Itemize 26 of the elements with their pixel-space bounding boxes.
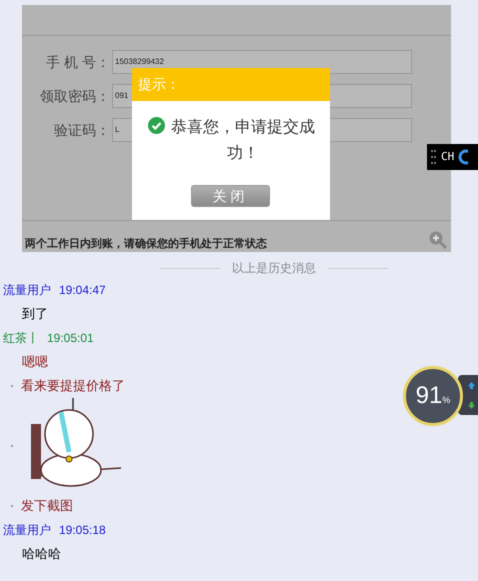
field-label: 手 机 号： [45,52,110,72]
message-text: 发下截图 [21,497,73,516]
dialog-message: 恭喜您，申请提交成功！ [170,118,316,164]
message-text: 哈哈哈 [22,545,61,564]
percent-unit: % [442,394,450,408]
message-text: 看来要提提价格了 [21,377,125,396]
history-divider-text: 以上是历史消息 [232,260,316,277]
sender-name: 流量用户 [3,282,51,299]
grip-icon [431,149,437,165]
message-time: 19:04:47 [59,282,106,299]
notice-text: 两个工作日内到账，请确保您的手机处于正常状态 [25,237,267,251]
message-time: 19:05:01 [47,330,94,347]
download-arrow-icon [468,402,474,408]
sender-name: 红茶丨 [3,330,39,347]
zoom-in-icon[interactable] [429,231,447,249]
ime-label: CH [441,148,454,165]
percent-value: 91 [416,384,442,408]
dialog-title: 提示： [132,68,330,101]
upload-arrow-icon [468,382,474,388]
field-label: 领取密码： [39,86,110,106]
message-text: 嗯嗯 [22,353,48,372]
check-icon [148,117,165,134]
sender-name: 流量用户 [3,522,51,539]
message-text: 到了 [22,305,48,324]
field-label: 验证码： [53,120,110,140]
message-time: 19:05:18 [59,522,106,539]
